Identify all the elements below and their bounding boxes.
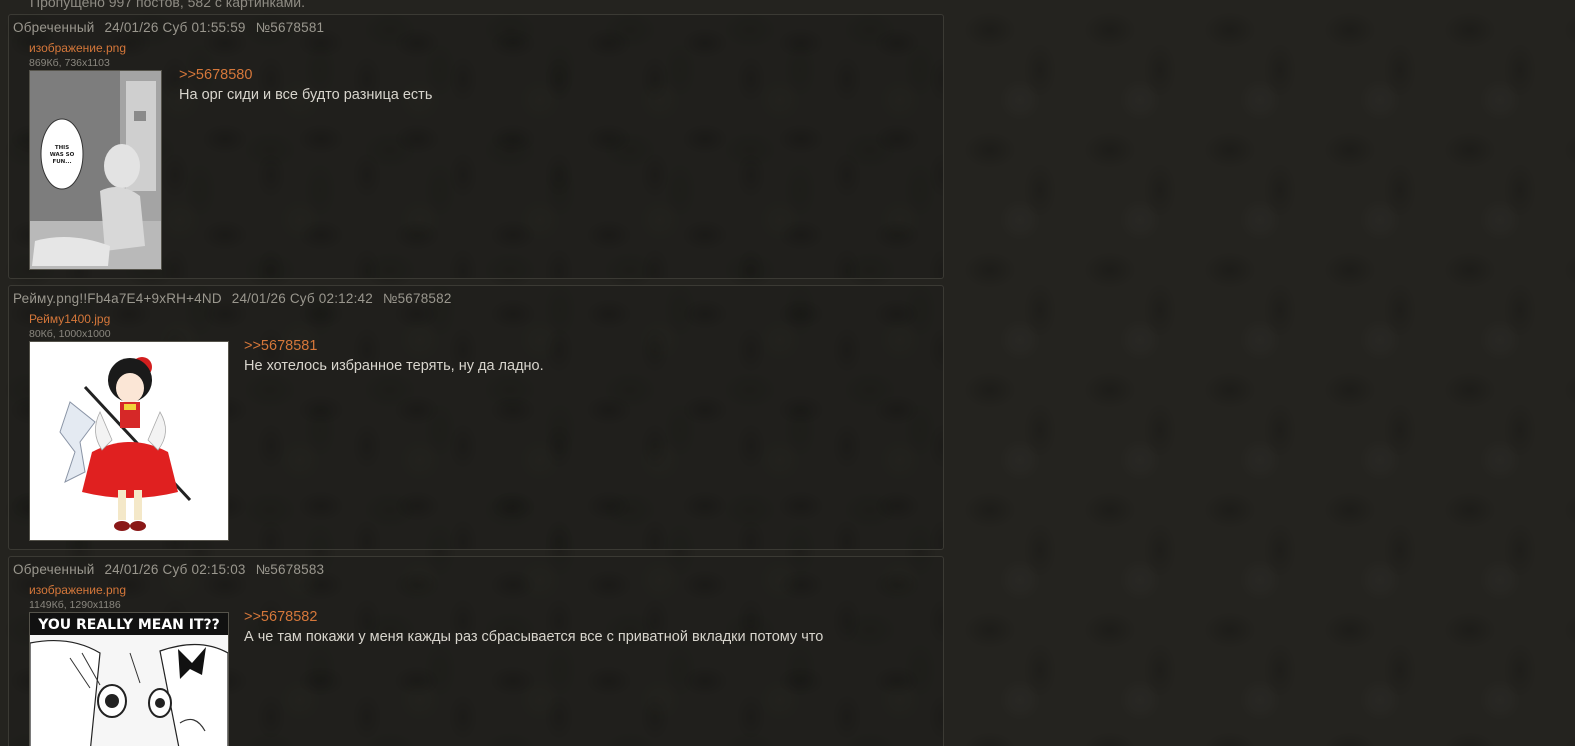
thumbnail-artwork: THIS WAS SO FUN... <box>30 71 161 269</box>
post-thumbnail[interactable]: YOU REALLY MEAN IT?? <box>29 612 229 746</box>
omitted-posts-notice: Пропущено 997 постов, 582 с картинками. <box>30 0 305 10</box>
post-number[interactable]: №5678582 <box>383 291 452 306</box>
post-thumbnail[interactable]: THIS WAS SO FUN... <box>29 70 162 270</box>
post-number[interactable]: №5678583 <box>256 562 325 577</box>
thumbnail-artwork <box>30 342 228 540</box>
file-meta: 869Кб, 736x1103 <box>29 57 110 69</box>
thumbnail-caption: THIS <box>55 145 69 151</box>
file-name-link[interactable]: изображение.png <box>29 583 126 597</box>
reply-link[interactable]: >>5678580 <box>179 67 252 83</box>
thumbnail-artwork: YOU REALLY MEAN IT?? <box>30 613 228 746</box>
post-author: Обреченный <box>13 562 95 577</box>
post-header: Рейму.png!!Fb4a7E4+9xRH+4ND 24/01/26 Суб… <box>13 291 458 306</box>
post: Рейму.png!!Fb4a7E4+9xRH+4ND 24/01/26 Суб… <box>8 285 944 550</box>
file-meta: 80Кб, 1000x1000 <box>29 328 111 340</box>
post-message: На орг сиди и все будто разница есть <box>179 87 433 103</box>
post-header: Обреченный 24/01/26 Суб 02:15:03 №567858… <box>13 562 330 577</box>
file-name-link[interactable]: Рейму1400.jpg <box>29 312 110 326</box>
post: Обреченный 24/01/26 Суб 01:55:59 №567858… <box>8 14 944 279</box>
post-message: А че там покажи у меня кажды раз сбрасыв… <box>244 629 824 645</box>
post-number[interactable]: №5678581 <box>256 20 325 35</box>
post: Обреченный 24/01/26 Суб 02:15:03 №567858… <box>8 556 944 746</box>
post-thumbnail[interactable] <box>29 341 229 541</box>
post-datetime: 24/01/26 Суб 01:55:59 <box>104 20 246 35</box>
svg-text:WAS SO: WAS SO <box>50 152 75 158</box>
post-header: Обреченный 24/01/26 Суб 01:55:59 №567858… <box>13 20 330 35</box>
svg-text:FUN...: FUN... <box>52 159 71 165</box>
file-meta: 1149Кб, 1290x1186 <box>29 599 121 611</box>
post-datetime: 24/01/26 Суб 02:15:03 <box>104 562 246 577</box>
reply-link[interactable]: >>5678582 <box>244 609 317 625</box>
thumbnail-caption: YOU REALLY MEAN IT?? <box>37 617 220 633</box>
reply-link[interactable]: >>5678581 <box>244 338 317 354</box>
post-datetime: 24/01/26 Суб 02:12:42 <box>231 291 373 306</box>
file-name-link[interactable]: изображение.png <box>29 41 126 55</box>
post-author: Рейму.png!!Fb4a7E4+9xRH+4ND <box>13 291 222 306</box>
post-author: Обреченный <box>13 20 95 35</box>
post-message: Не хотелось избранное терять, ну да ладн… <box>244 358 544 374</box>
